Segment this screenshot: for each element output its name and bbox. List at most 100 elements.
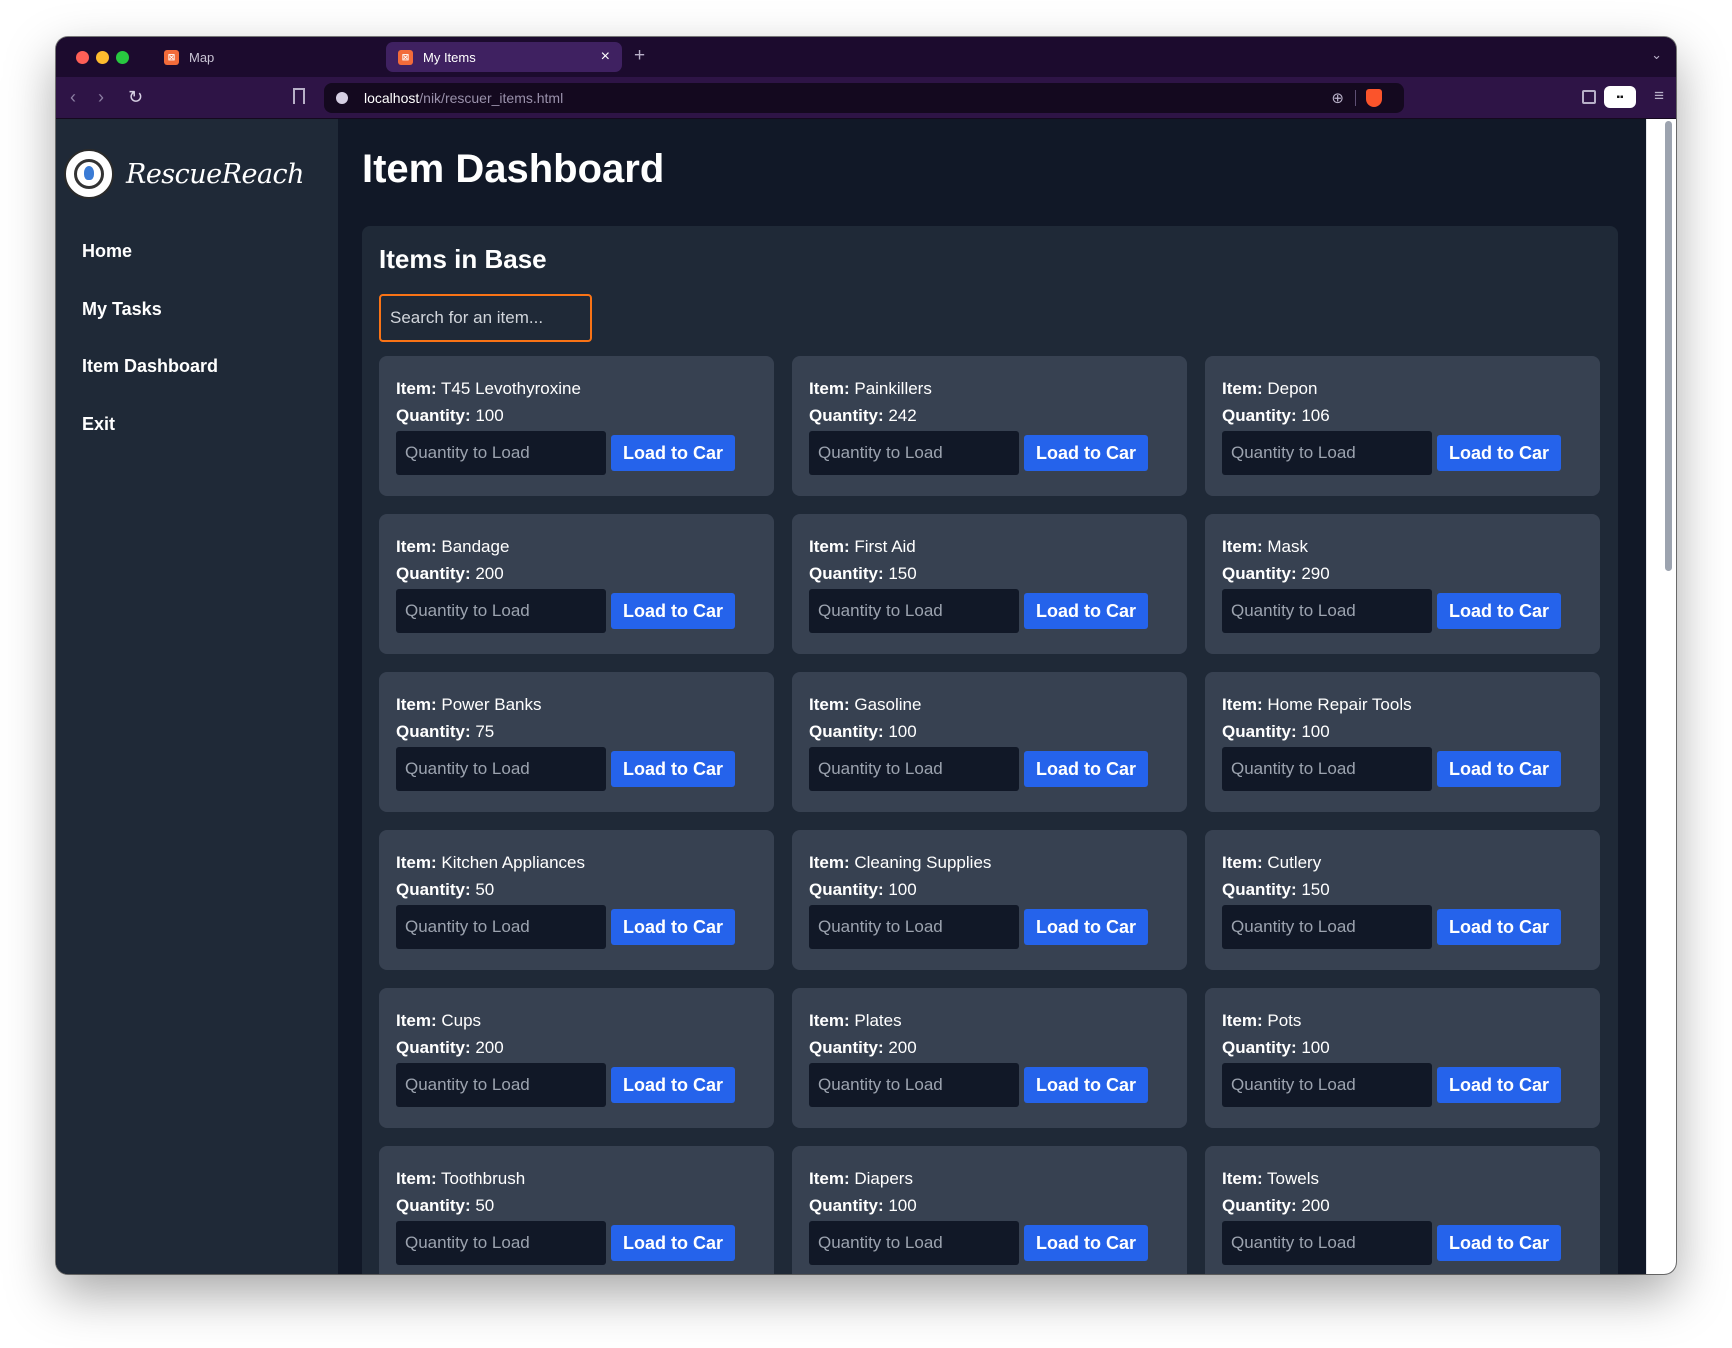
item-card: Item: DeponQuantity: 106Load to Car bbox=[1205, 356, 1600, 496]
scrollbar[interactable] bbox=[1646, 119, 1676, 1274]
item-quantity-line: Quantity: 200 bbox=[396, 560, 757, 587]
quantity-to-load-input[interactable] bbox=[1222, 589, 1432, 633]
item-name-line: Item: Toothbrush bbox=[396, 1165, 757, 1192]
card-controls: Load to Car bbox=[809, 1221, 1170, 1265]
load-to-car-button[interactable]: Load to Car bbox=[1024, 593, 1148, 629]
load-to-car-button[interactable]: Load to Car bbox=[1024, 1225, 1148, 1261]
quantity-label: Quantity: bbox=[1222, 1196, 1297, 1215]
item-quantity-line: Quantity: 100 bbox=[1222, 718, 1583, 745]
load-to-car-button[interactable]: Load to Car bbox=[611, 593, 735, 629]
item-quantity-line: Quantity: 100 bbox=[809, 876, 1170, 903]
load-to-car-button[interactable]: Load to Car bbox=[1024, 751, 1148, 787]
load-to-car-button[interactable]: Load to Car bbox=[1437, 1067, 1561, 1103]
quantity-to-load-input[interactable] bbox=[809, 589, 1019, 633]
item-name-line: Item: Plates bbox=[809, 1007, 1170, 1034]
quantity-to-load-input[interactable] bbox=[1222, 1221, 1432, 1265]
load-to-car-button[interactable]: Load to Car bbox=[611, 909, 735, 945]
card-controls: Load to Car bbox=[809, 431, 1170, 475]
load-to-car-button[interactable]: Load to Car bbox=[611, 1225, 735, 1261]
sidebar-item-my-tasks[interactable]: My Tasks bbox=[82, 297, 218, 355]
quantity-to-load-input[interactable] bbox=[396, 431, 606, 475]
bookmark-icon[interactable] bbox=[293, 88, 305, 104]
back-icon[interactable]: ‹ bbox=[70, 86, 76, 108]
item-quantity: 150 bbox=[1301, 880, 1330, 899]
item-card: Item: T45 LevothyroxineQuantity: 100Load… bbox=[379, 356, 774, 496]
sidebar-toggle-icon[interactable] bbox=[1582, 90, 1596, 104]
item-card: Item: MaskQuantity: 290Load to Car bbox=[1205, 514, 1600, 654]
quantity-to-load-input[interactable] bbox=[396, 747, 606, 791]
item-quantity: 100 bbox=[1301, 722, 1330, 741]
item-quantity: 200 bbox=[888, 1038, 917, 1057]
quantity-to-load-input[interactable] bbox=[1222, 1063, 1432, 1107]
sidebar-item-home[interactable]: Home bbox=[82, 239, 218, 297]
load-to-car-button[interactable]: Load to Car bbox=[1437, 751, 1561, 787]
item-name: Kitchen Appliances bbox=[441, 853, 586, 872]
maximize-window-button[interactable] bbox=[116, 51, 129, 64]
brave-shield-icon[interactable] bbox=[1366, 89, 1382, 107]
item-quantity-line: Quantity: 200 bbox=[396, 1034, 757, 1061]
quantity-to-load-input[interactable] bbox=[1222, 747, 1432, 791]
card-controls: Load to Car bbox=[396, 1221, 757, 1265]
new-tab-button[interactable]: + bbox=[634, 46, 645, 65]
menu-icon[interactable]: ≡ bbox=[1654, 86, 1664, 106]
card-controls: Load to Car bbox=[1222, 905, 1583, 949]
url-path: /nik/rescuer_items.html bbox=[419, 90, 564, 106]
site-info-icon[interactable] bbox=[336, 92, 348, 104]
load-to-car-button[interactable]: Load to Car bbox=[611, 435, 735, 471]
sidebar-item-item-dashboard[interactable]: Item Dashboard bbox=[82, 354, 218, 412]
xampp-icon: ⊠ bbox=[398, 49, 413, 65]
search-input[interactable] bbox=[379, 294, 592, 342]
quantity-to-load-input[interactable] bbox=[396, 1221, 606, 1265]
load-to-car-button[interactable]: Load to Car bbox=[1024, 909, 1148, 945]
close-window-button[interactable] bbox=[76, 51, 89, 64]
load-to-car-button[interactable]: Load to Car bbox=[1437, 593, 1561, 629]
quantity-to-load-input[interactable] bbox=[809, 747, 1019, 791]
close-icon[interactable]: × bbox=[601, 49, 610, 65]
item-card: Item: CutleryQuantity: 150Load to Car bbox=[1205, 830, 1600, 970]
divider bbox=[1355, 90, 1356, 106]
forward-icon[interactable]: › bbox=[98, 86, 104, 108]
load-to-car-button[interactable]: Load to Car bbox=[1437, 1225, 1561, 1261]
quantity-to-load-input[interactable] bbox=[396, 905, 606, 949]
load-to-car-button[interactable]: Load to Car bbox=[611, 751, 735, 787]
load-to-car-button[interactable]: Load to Car bbox=[1437, 435, 1561, 471]
tab-my-items[interactable]: ⊠ My Items × bbox=[386, 42, 622, 72]
zoom-icon[interactable]: ⊕ bbox=[1331, 89, 1344, 107]
sidebar-item-exit[interactable]: Exit bbox=[82, 412, 218, 470]
load-to-car-button[interactable]: Load to Car bbox=[1437, 909, 1561, 945]
tab-label: Map bbox=[189, 49, 215, 65]
reload-icon[interactable]: ↻ bbox=[128, 86, 143, 108]
scrollbar-thumb[interactable] bbox=[1665, 121, 1672, 571]
logo[interactable]: RescueReach bbox=[64, 149, 305, 199]
item-card: Item: Cleaning SuppliesQuantity: 100Load… bbox=[792, 830, 1187, 970]
item-label: Item: bbox=[1222, 379, 1263, 398]
load-to-car-button[interactable]: Load to Car bbox=[1024, 1067, 1148, 1103]
sidebar: RescueReach Home My Tasks Item Dashboard… bbox=[56, 119, 338, 1274]
item-card: Item: Kitchen AppliancesQuantity: 50Load… bbox=[379, 830, 774, 970]
quantity-to-load-input[interactable] bbox=[809, 1221, 1019, 1265]
quantity-label: Quantity: bbox=[809, 722, 884, 741]
quantity-to-load-input[interactable] bbox=[396, 589, 606, 633]
quantity-to-load-input[interactable] bbox=[809, 905, 1019, 949]
quantity-to-load-input[interactable] bbox=[1222, 905, 1432, 949]
item-quantity-line: Quantity: 100 bbox=[809, 1192, 1170, 1219]
item-quantity: 50 bbox=[475, 1196, 495, 1215]
tab-map[interactable]: ⊠ Map bbox=[152, 42, 377, 72]
item-quantity-line: Quantity: 200 bbox=[809, 1034, 1170, 1061]
quantity-to-load-input[interactable] bbox=[809, 1063, 1019, 1107]
wallet-icon[interactable]: ▪▪ bbox=[1604, 86, 1636, 108]
quantity-to-load-input[interactable] bbox=[396, 1063, 606, 1107]
chevron-down-icon[interactable]: ⌄ bbox=[1651, 47, 1662, 63]
minimize-window-button[interactable] bbox=[96, 51, 109, 64]
item-card: Item: Home Repair ToolsQuantity: 100Load… bbox=[1205, 672, 1600, 812]
quantity-to-load-input[interactable] bbox=[809, 431, 1019, 475]
quantity-to-load-input[interactable] bbox=[1222, 431, 1432, 475]
address-bar[interactable]: localhost/nik/rescuer_items.html ⊕ bbox=[324, 83, 1404, 113]
item-card: Item: PainkillersQuantity: 242Load to Ca… bbox=[792, 356, 1187, 496]
item-name: Toothbrush bbox=[441, 1169, 526, 1188]
item-card: Item: BandageQuantity: 200Load to Car bbox=[379, 514, 774, 654]
tab-label: My Items bbox=[423, 49, 476, 65]
load-to-car-button[interactable]: Load to Car bbox=[611, 1067, 735, 1103]
card-controls: Load to Car bbox=[1222, 589, 1583, 633]
load-to-car-button[interactable]: Load to Car bbox=[1024, 435, 1148, 471]
